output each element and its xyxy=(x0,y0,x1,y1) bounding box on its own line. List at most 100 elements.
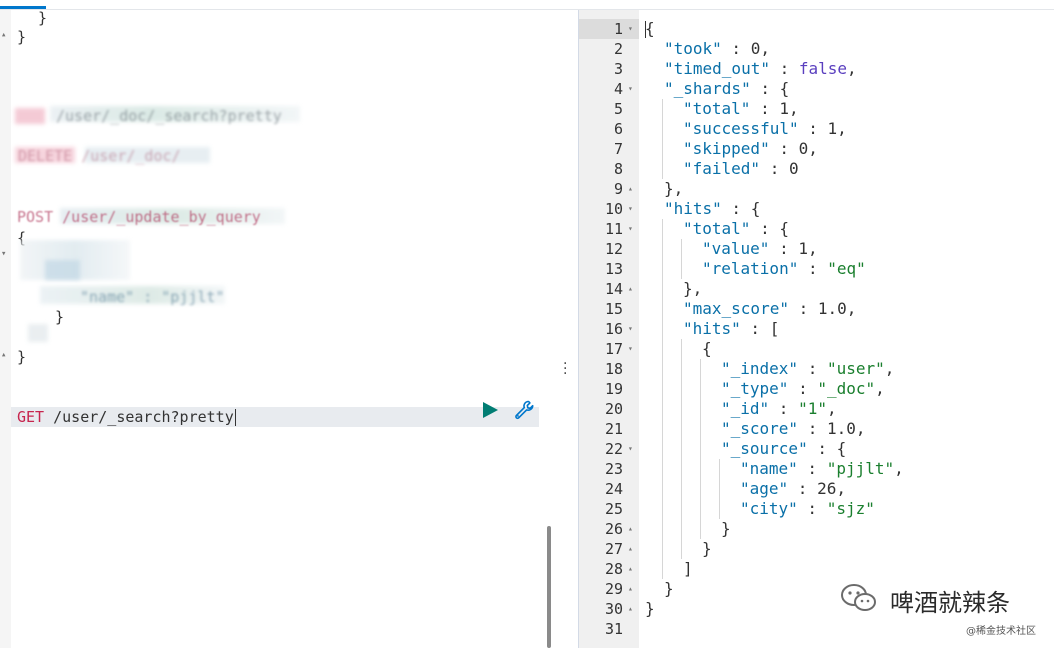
json-separator: : xyxy=(798,259,828,278)
json-bracket: } xyxy=(721,519,731,538)
line-number: 7 xyxy=(613,140,623,158)
response-line: "failed" : 0 xyxy=(683,159,799,179)
json-value: "1" xyxy=(798,399,827,418)
response-line: "relation" : "eq" xyxy=(702,259,866,279)
fold-up-icon[interactable]: ▴ xyxy=(628,179,638,199)
fold-down-icon[interactable]: ▾ xyxy=(628,79,638,99)
json-bracket: { xyxy=(645,19,655,38)
fold-up-icon[interactable]: ▴ xyxy=(628,539,638,559)
json-bracket: } xyxy=(664,579,674,598)
editor-line: } xyxy=(55,308,65,326)
watermark-subtitle: @稀金技术社区 xyxy=(966,626,1036,637)
indent-guide xyxy=(681,339,682,559)
json-separator: : xyxy=(798,119,828,138)
text-caret xyxy=(234,409,236,426)
response-line: { xyxy=(645,19,655,39)
fold-down-icon[interactable]: ▾ xyxy=(628,339,638,359)
send-request-button[interactable] xyxy=(483,402,498,418)
json-bracket: { xyxy=(702,339,712,358)
json-key: "total" xyxy=(683,219,751,238)
response-line: "name" : "pjjlt", xyxy=(740,459,904,479)
line-number: 11 xyxy=(604,220,623,238)
response-line: "_index" : "user", xyxy=(721,359,894,379)
fold-down-icon[interactable]: ▾ xyxy=(628,19,638,39)
indent-guide xyxy=(700,359,701,539)
request-editor[interactable]: ▴ } } /user/_doc/_search?pretty DELETE /… xyxy=(0,10,555,648)
response-line: "hits" : [ xyxy=(683,319,779,339)
json-comma: , xyxy=(884,359,895,378)
active-tab-indicator xyxy=(0,6,46,9)
json-value: 1.0 xyxy=(817,299,847,318)
fold-up-icon[interactable]: ▴ xyxy=(1,25,6,45)
fold-down-icon[interactable]: ▾ xyxy=(628,319,638,339)
fold-down-icon[interactable]: ▾ xyxy=(628,199,638,219)
line-number: 30 xyxy=(604,600,623,618)
json-value: "pjjlt" xyxy=(826,459,895,478)
fold-up-icon[interactable]: ▴ xyxy=(628,579,638,599)
json-key: "took" xyxy=(664,39,722,58)
json-key: "age" xyxy=(740,479,789,498)
fold-up-icon[interactable]: ▴ xyxy=(628,519,638,539)
response-line: "_shards" : { xyxy=(664,79,789,99)
fold-up-icon[interactable]: ▴ xyxy=(628,559,638,579)
json-separator: : xyxy=(769,399,799,418)
line-number: 15 xyxy=(604,300,623,318)
indent-guide xyxy=(719,459,720,519)
line-number: 13 xyxy=(604,260,623,278)
request-editor-gutter xyxy=(0,10,11,648)
json-value: "user" xyxy=(826,359,885,378)
response-line: "took" : 0, xyxy=(664,39,770,59)
editor-scrollbar[interactable] xyxy=(547,526,551,648)
fold-up-icon[interactable]: ▴ xyxy=(628,279,638,299)
line-number: 4 xyxy=(613,80,623,98)
json-bracket: } xyxy=(702,539,712,558)
vertical-dots-icon[interactable]: · · · xyxy=(563,357,567,381)
json-value: [ xyxy=(769,319,780,338)
line-number: 23 xyxy=(604,460,623,478)
fold-down-icon[interactable]: ▾ xyxy=(628,439,638,459)
redacted-request-line: "name" : "pjjlt" xyxy=(80,288,225,306)
json-key: "timed_out" xyxy=(664,59,770,78)
json-separator: : xyxy=(797,499,827,518)
pane-resize-handle[interactable]: · · · xyxy=(555,10,579,648)
line-number: 14 xyxy=(604,280,623,298)
json-value: 26 xyxy=(817,479,837,498)
indent-guide xyxy=(662,219,663,579)
json-comma: , xyxy=(788,99,799,118)
fold-down-icon[interactable]: ▾ xyxy=(628,219,638,239)
redacted-block xyxy=(28,324,48,342)
fold-up-icon[interactable]: ▴ xyxy=(628,599,638,619)
json-key: "_source" xyxy=(721,439,808,458)
response-line: }, xyxy=(683,279,702,299)
json-separator: : xyxy=(721,199,751,218)
response-viewer[interactable]: 1 ▾ {2 "took" : 0, 3 "timed_out" : false, 4 ▾ "_… xyxy=(579,10,1054,648)
json-value: 1 xyxy=(827,119,838,138)
fold-down-icon[interactable]: ▾ xyxy=(1,244,6,264)
json-key: "total" xyxy=(683,99,751,118)
json-comma: , xyxy=(760,39,770,58)
line-number: 9 xyxy=(613,180,623,198)
indent-guide xyxy=(681,239,682,279)
response-line: "_id" : "1", xyxy=(721,399,837,419)
json-value: { xyxy=(836,439,847,458)
json-value: "eq" xyxy=(827,259,866,278)
json-value: 1 xyxy=(798,239,808,258)
active-request-line[interactable]: GET /user/_search?pretty xyxy=(17,407,236,427)
line-number: 31 xyxy=(604,620,623,638)
line-number: 1 xyxy=(613,20,623,38)
line-number: 28 xyxy=(604,560,623,578)
indent-guide xyxy=(662,99,663,179)
wrench-icon[interactable] xyxy=(513,399,535,421)
json-value: { xyxy=(779,79,790,98)
fold-up-icon[interactable]: ▴ xyxy=(1,345,6,365)
json-key: "max_score" xyxy=(683,299,789,318)
line-number: 21 xyxy=(604,420,623,438)
json-key: "_index" xyxy=(721,359,799,378)
json-separator: : xyxy=(750,219,780,238)
response-line: "total" : { xyxy=(683,219,789,239)
json-key: "_score" xyxy=(721,419,799,438)
line-number: 10 xyxy=(604,200,623,218)
response-line: "hits" : { xyxy=(664,199,760,219)
line-number: 5 xyxy=(613,100,623,118)
json-value: 0 xyxy=(798,139,809,158)
